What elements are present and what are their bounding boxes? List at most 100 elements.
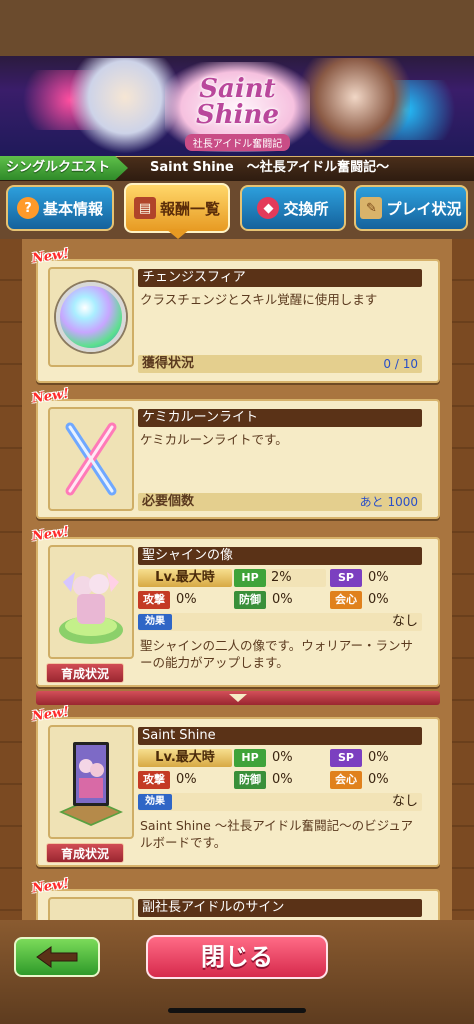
quest-type-label: シングルクエスト [0, 156, 128, 180]
def-value: 0% [272, 772, 293, 787]
new-badge: New! [31, 704, 70, 725]
crit-label: 会心 [330, 771, 362, 789]
effect-row: 効果 なし [138, 793, 422, 811]
statue-card[interactable]: New! 育成状況 聖シャインの像 Lv.最大時 HP 2% SP 0% 攻撃 … [31, 524, 440, 687]
wall-left [0, 239, 22, 920]
item-icon-frame [48, 897, 134, 920]
reward-panel: New! チェンジスフィア クラスチェンジとスキル覚醒に使用します 獲得状況 0… [22, 239, 452, 920]
sp-label: SP [330, 749, 362, 767]
scroll-icon: ✎ [360, 197, 383, 219]
event-logo-title: Saint Shine [195, 74, 279, 130]
growth-status-button[interactable]: 育成状況 [46, 663, 124, 683]
sp-value: 0% [368, 750, 389, 765]
character-right-illustration [300, 58, 410, 156]
item-description: ケミカルーンライトです。 [140, 432, 288, 447]
tab-play-status[interactable]: ✎ プレイ状況 [354, 185, 468, 231]
home-indicator[interactable] [168, 1008, 306, 1013]
tab-basic-info[interactable]: ? 基本情報 [6, 185, 114, 231]
sp-label: SP [330, 569, 362, 587]
new-badge: New! [31, 386, 70, 407]
statue-icon [59, 572, 123, 644]
atk-label: 攻撃 [138, 591, 170, 609]
statue-description: 聖シャインの二人の像です。ウォリアー・ランサーの能力がアップします。 [140, 638, 414, 670]
statue-stats-row-1: Lv.最大時 HP 2% SP 0% [138, 569, 422, 587]
new-badge: New! [31, 524, 70, 545]
back-button[interactable] [14, 937, 100, 977]
left-arrow-icon [36, 946, 78, 968]
item-status-label: 獲得状況 [142, 356, 195, 371]
reward-item-card[interactable]: New! チェンジスフィア クラスチェンジとスキル覚醒に使用します 獲得状況 0… [31, 246, 440, 383]
sp-value: 0% [368, 570, 389, 585]
reward-icon: ▤ [133, 197, 156, 219]
item-description: クラスチェンジとスキル覚醒に使用します [140, 292, 378, 307]
atk-value: 0% [176, 772, 197, 787]
new-badge: New! [31, 876, 70, 897]
atk-label: 攻撃 [138, 771, 170, 789]
reward-list-area[interactable]: New! チェンジスフィア クラスチェンジとスキル覚醒に使用します 獲得状況 0… [0, 239, 474, 920]
level-max-label: Lv.最大時 [138, 569, 232, 587]
active-tab-indicator [166, 229, 190, 239]
tab-label: プレイ状況 [386, 199, 462, 218]
question-icon: ? [16, 197, 39, 219]
item-status-bar: 必要個数 あと 1000 [138, 493, 422, 511]
atk-value: 0% [176, 592, 197, 607]
statue-name: 聖シャインの像 [138, 547, 422, 565]
effect-value: なし [391, 614, 418, 629]
close-button[interactable]: 閉じる [146, 935, 328, 979]
item-status-label: 必要個数 [142, 494, 195, 509]
tab-label: 交換所 [283, 199, 329, 218]
hp-value: 0% [272, 750, 293, 765]
crit-value: 0% [368, 592, 389, 607]
item-status-bar: 獲得状況 0 / 10 [138, 355, 422, 373]
item-icon-frame [48, 267, 134, 367]
tab-bar: ? 基本情報 ▤ 報酬一覧 ◆ 交換所 ✎ プレイ状況 [0, 181, 474, 239]
crit-label: 会心 [330, 591, 362, 609]
gems-icon: ◆ [257, 197, 280, 219]
statue-icon-frame [48, 725, 134, 839]
item-name: ケミカルーンライト [138, 409, 422, 427]
tab-label: 基本情報 [42, 199, 103, 218]
board-icon [59, 742, 123, 826]
statue-icon-frame [48, 545, 134, 659]
character-left-illustration [70, 58, 180, 156]
effect-row: 効果 なし [138, 613, 422, 631]
quest-title: Saint Shine ～社長アイドル奮闘記～ [150, 160, 390, 175]
statue-name: Saint Shine [138, 727, 422, 745]
effect-label: 効果 [138, 794, 172, 810]
def-label: 防御 [234, 771, 266, 789]
event-logo: Saint Shine 社長アイドル奮闘記 [165, 62, 310, 152]
tab-reward-list[interactable]: ▤ 報酬一覧 [124, 183, 230, 233]
statue-card[interactable]: New! 育成状況 Saint Shine Lv.最大時 HP 0% SP 0%… [31, 704, 440, 867]
wall-right [452, 239, 474, 920]
item-status-value: 0 / 10 [383, 357, 418, 371]
glowstick-icon [65, 422, 117, 496]
hp-label: HP [234, 749, 266, 767]
statue-description: Saint Shine ～社長アイドル奮闘記～のビジュアルボードです。 [140, 818, 414, 850]
crit-value: 0% [368, 772, 389, 787]
tab-exchange[interactable]: ◆ 交換所 [240, 185, 346, 231]
statue-stats-row-2: 攻撃 0% 防御 0% 会心 0% [138, 591, 422, 609]
chevron-down-icon [229, 694, 247, 702]
reward-item-card-partial[interactable]: New! 副社長アイドルのサイン [31, 876, 440, 920]
def-label: 防御 [234, 591, 266, 609]
sphere-icon [56, 282, 126, 352]
def-value: 0% [272, 592, 293, 607]
level-max-label: Lv.最大時 [138, 749, 232, 767]
event-banner: Saint Shine 社長アイドル奮闘記 [0, 0, 474, 156]
statue-stats-row-2: 攻撃 0% 防御 0% 会心 0% [138, 771, 422, 789]
item-name: 副社長アイドルのサイン [138, 899, 422, 917]
event-logo-subtitle: 社長アイドル奮闘記 [184, 134, 291, 151]
reward-item-card[interactable]: New! ケミカルーンライト ケミカルーンライトです。 必要個数 あと 1000 [31, 386, 440, 519]
item-icon-frame [48, 407, 134, 511]
statue-stats-row-1: Lv.最大時 HP 0% SP 0% [138, 749, 422, 767]
item-status-value: あと 1000 [359, 495, 418, 509]
hp-value: 2% [271, 570, 292, 585]
effect-value: なし [391, 794, 418, 809]
item-name: チェンジスフィア [138, 269, 422, 287]
new-badge: New! [31, 246, 70, 267]
hp-label: HP [234, 569, 266, 587]
effect-label: 効果 [138, 614, 172, 630]
tab-label: 報酬一覧 [159, 199, 220, 218]
growth-status-button[interactable]: 育成状況 [46, 843, 124, 863]
expand-toggle-bar[interactable] [36, 691, 440, 705]
